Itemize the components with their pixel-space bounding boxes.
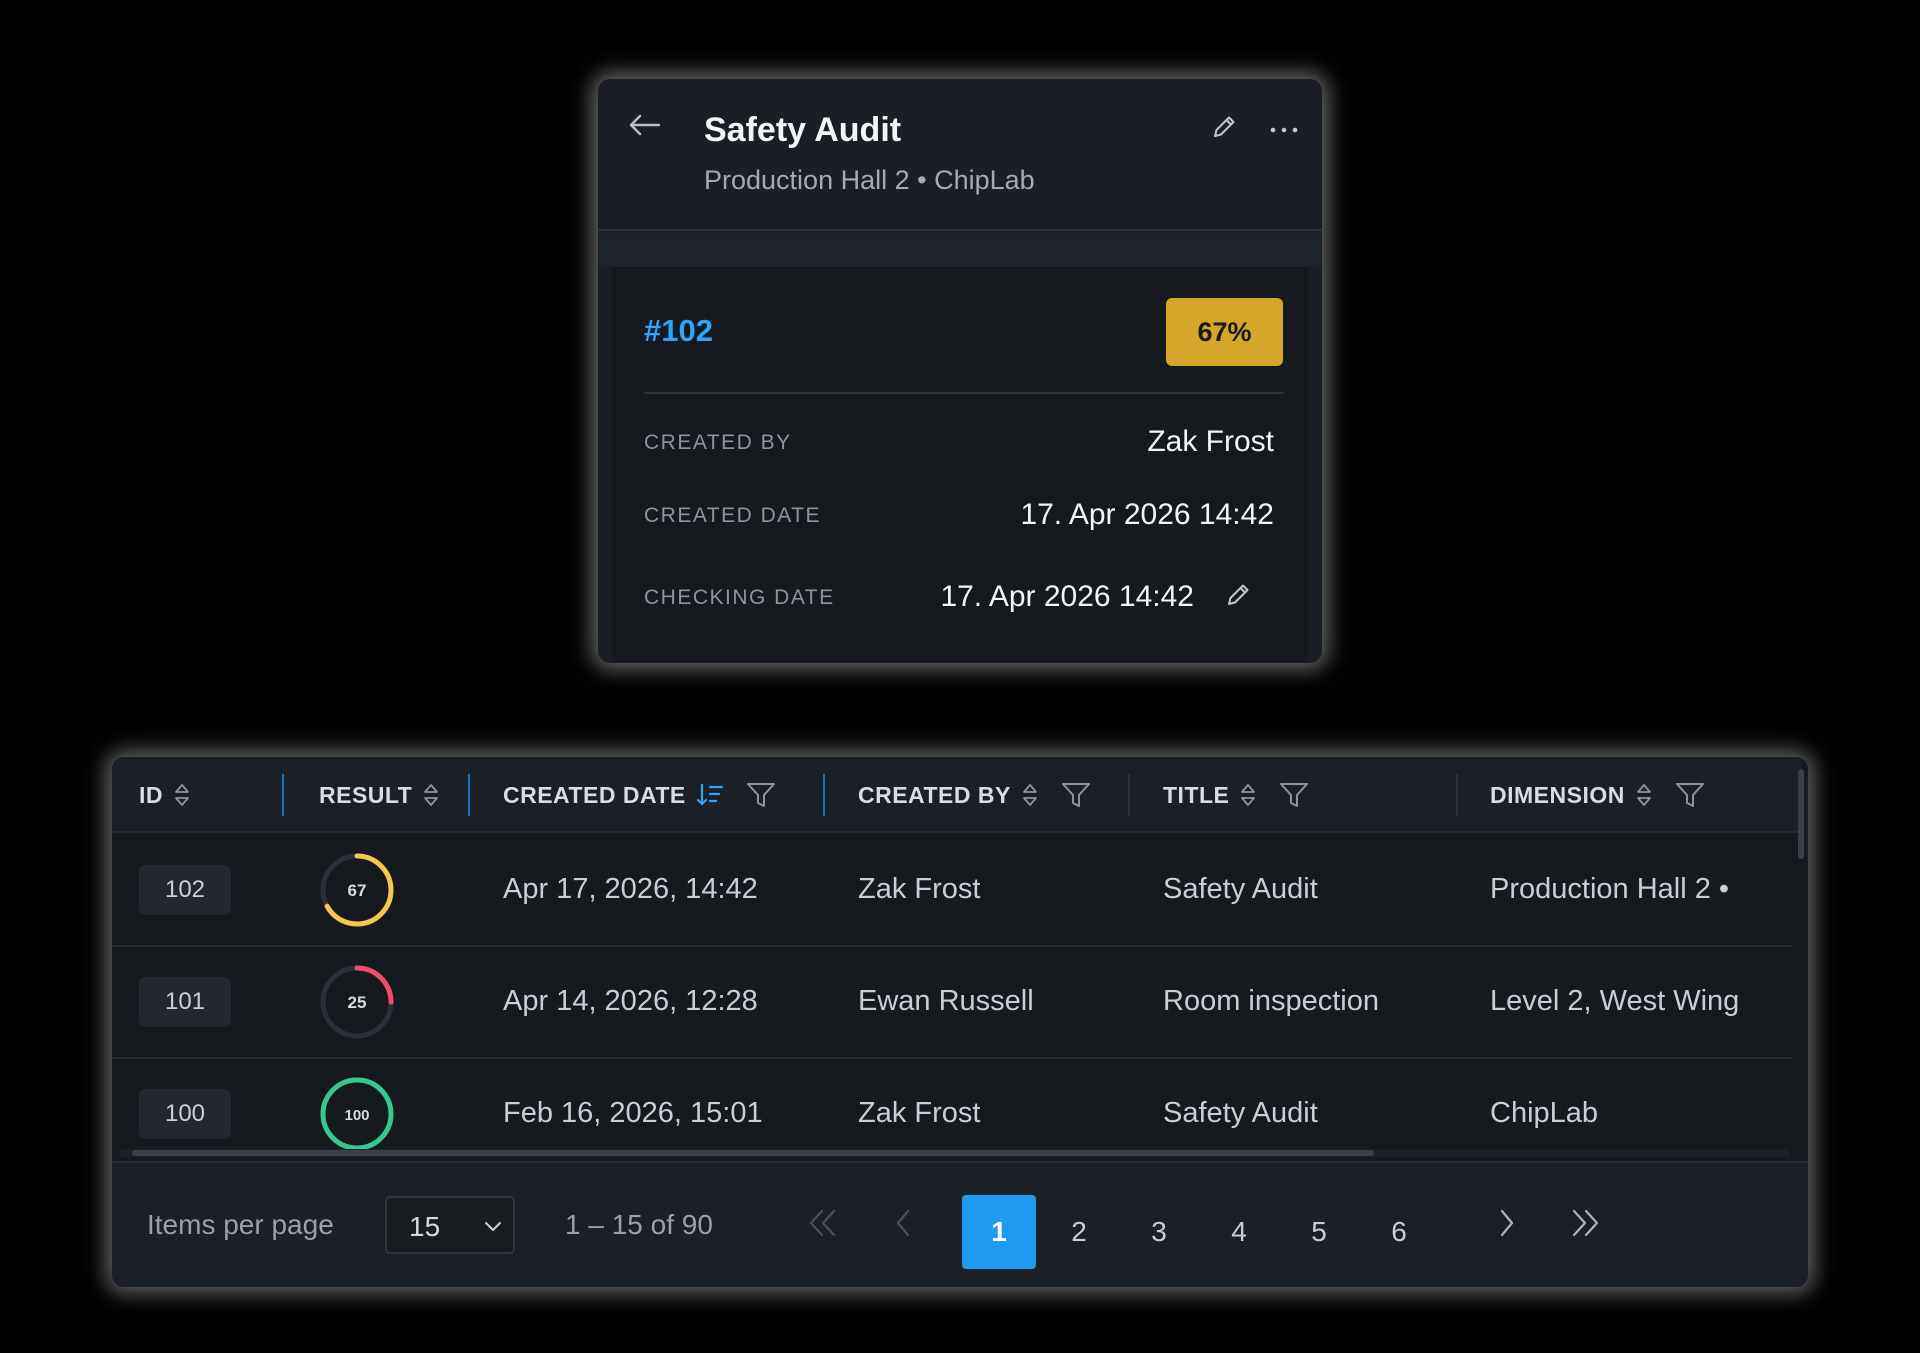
page-button-4[interactable]: 4 (1202, 1195, 1276, 1269)
page-title: Safety Audit (704, 111, 902, 149)
chevron-right-icon (1497, 1208, 1517, 1243)
title-cell: Room inspection (1163, 985, 1379, 1017)
page-button-6[interactable]: 6 (1362, 1195, 1436, 1269)
created-date-value: 17. Apr 2026 14:42 (1020, 498, 1274, 531)
paginator: Items per page 15 1 – 15 of 90 1 2 3 4 5… (112, 1161, 1808, 1287)
column-label: CREATED DATE (503, 781, 686, 808)
filter-icon[interactable] (1675, 781, 1705, 809)
row-id-chip: 101 (139, 977, 231, 1027)
result-value: 67 (348, 881, 367, 900)
column-separator[interactable] (1456, 774, 1458, 816)
table-row[interactable]: 101 25 Apr 14, 2026, 12:28 Ewan Russell … (112, 947, 1792, 1059)
title-cell: Safety Audit (1163, 1097, 1318, 1129)
column-header-result[interactable]: RESULT (319, 757, 440, 833)
created-by-cell: Ewan Russell (858, 985, 1034, 1017)
created-by-label: CREATED BY (644, 431, 792, 454)
result-value: 100 (344, 1107, 369, 1124)
items-per-page-value: 15 (409, 1211, 441, 1242)
dimension-cell: Production Hall 2 • (1490, 873, 1730, 905)
created-by-cell: Zak Frost (858, 1097, 981, 1129)
page-button-5[interactable]: 5 (1282, 1195, 1356, 1269)
row-id-chip: 102 (139, 865, 231, 915)
card-gap (598, 233, 1322, 267)
column-header-id[interactable]: ID (139, 757, 191, 833)
title-cell: Safety Audit (1163, 873, 1318, 905)
checking-date-value: 17. Apr 2026 14:42 (940, 580, 1194, 613)
result-value: 25 (348, 993, 367, 1012)
column-header-created-date[interactable]: CREATED DATE (503, 757, 776, 833)
column-header-created-by[interactable]: CREATED BY (858, 757, 1091, 833)
next-page-button[interactable] (1477, 1195, 1537, 1255)
row-id-chip: 100 (139, 1089, 231, 1139)
chevrons-right-icon (1569, 1208, 1601, 1243)
column-label: DIMENSION (1490, 781, 1625, 808)
column-separator[interactable] (468, 774, 470, 816)
result-ring: 25 (318, 963, 396, 1041)
page-button-2[interactable]: 2 (1042, 1195, 1116, 1269)
column-label: RESULT (319, 781, 413, 808)
sort-icon[interactable] (1239, 782, 1257, 808)
filter-icon[interactable] (1061, 781, 1091, 809)
last-page-button[interactable] (1555, 1195, 1615, 1255)
result-ring: 100 (318, 1075, 396, 1153)
items-per-page-select[interactable]: 15 (385, 1196, 515, 1254)
page-subtitle: Production Hall 2 • ChipLab (704, 165, 1035, 195)
checking-date-label: CHECKING DATE (644, 586, 835, 609)
chevrons-left-icon (807, 1208, 839, 1243)
created-by-value: Zak Frost (1147, 425, 1274, 458)
page-button-1[interactable]: 1 (962, 1195, 1036, 1269)
card-header: Safety Audit Production Hall 2 • ChipLab (598, 79, 1322, 231)
column-separator[interactable] (282, 774, 284, 816)
pencil-icon (1211, 114, 1237, 145)
audit-detail-card: Safety Audit Production Hall 2 • ChipLab… (598, 79, 1322, 663)
edit-checking-date-button[interactable] (1218, 577, 1258, 617)
horizontal-scrollbar-thumb[interactable] (132, 1150, 1374, 1156)
more-options-button[interactable] (1264, 111, 1304, 151)
chevron-left-icon (893, 1208, 913, 1243)
sort-icon[interactable] (173, 782, 191, 808)
more-horizontal-icon (1269, 122, 1299, 140)
pencil-icon (1225, 582, 1251, 613)
table-header: ID RESULT CREATED DATE CREATED BY TITLE … (112, 757, 1802, 833)
sort-descending-icon[interactable] (696, 782, 724, 808)
previous-page-button[interactable] (873, 1195, 933, 1255)
created-date-cell: Feb 16, 2026, 15:01 (503, 1097, 763, 1129)
dimension-cell: ChipLab (1490, 1097, 1599, 1129)
card-body: #102 67% CREATED BY Zak Frost CREATED DA… (612, 267, 1308, 663)
audits-table: ID RESULT CREATED DATE CREATED BY TITLE … (112, 757, 1808, 1287)
edit-button[interactable] (1204, 109, 1244, 149)
range-label: 1 – 15 of 90 (565, 1209, 713, 1240)
first-page-button[interactable] (793, 1195, 853, 1255)
column-label: CREATED BY (858, 781, 1011, 808)
sort-icon[interactable] (422, 782, 440, 808)
table-row[interactable]: 102 67 Apr 17, 2026, 14:42 Zak Frost Saf… (112, 835, 1792, 947)
progress-badge: 67% (1166, 298, 1283, 366)
chevron-down-icon (483, 1216, 503, 1241)
column-header-title[interactable]: TITLE (1163, 757, 1309, 833)
created-date-cell: Apr 14, 2026, 12:28 (503, 985, 758, 1017)
column-separator[interactable] (1128, 774, 1130, 816)
filter-icon[interactable] (1279, 781, 1309, 809)
created-date-cell: Apr 17, 2026, 14:42 (503, 873, 758, 905)
items-per-page-label: Items per page (147, 1209, 334, 1240)
filter-icon[interactable] (746, 781, 776, 809)
back-button[interactable] (624, 107, 664, 147)
column-label: ID (139, 781, 163, 808)
audit-id[interactable]: #102 (644, 313, 713, 349)
sort-icon[interactable] (1021, 782, 1039, 808)
dimension-cell: Level 2, West Wing (1490, 985, 1740, 1017)
column-header-dimension[interactable]: DIMENSION (1490, 757, 1705, 833)
column-label: TITLE (1163, 781, 1230, 808)
created-by-cell: Zak Frost (858, 873, 981, 905)
sort-icon[interactable] (1635, 782, 1653, 808)
created-date-label: CREATED DATE (644, 504, 822, 527)
vertical-scrollbar-thumb[interactable] (1798, 769, 1804, 859)
page-button-3[interactable]: 3 (1122, 1195, 1196, 1269)
arrow-left-icon (628, 114, 661, 141)
column-separator[interactable] (823, 774, 825, 816)
result-ring: 67 (318, 851, 396, 929)
divider (644, 392, 1284, 394)
